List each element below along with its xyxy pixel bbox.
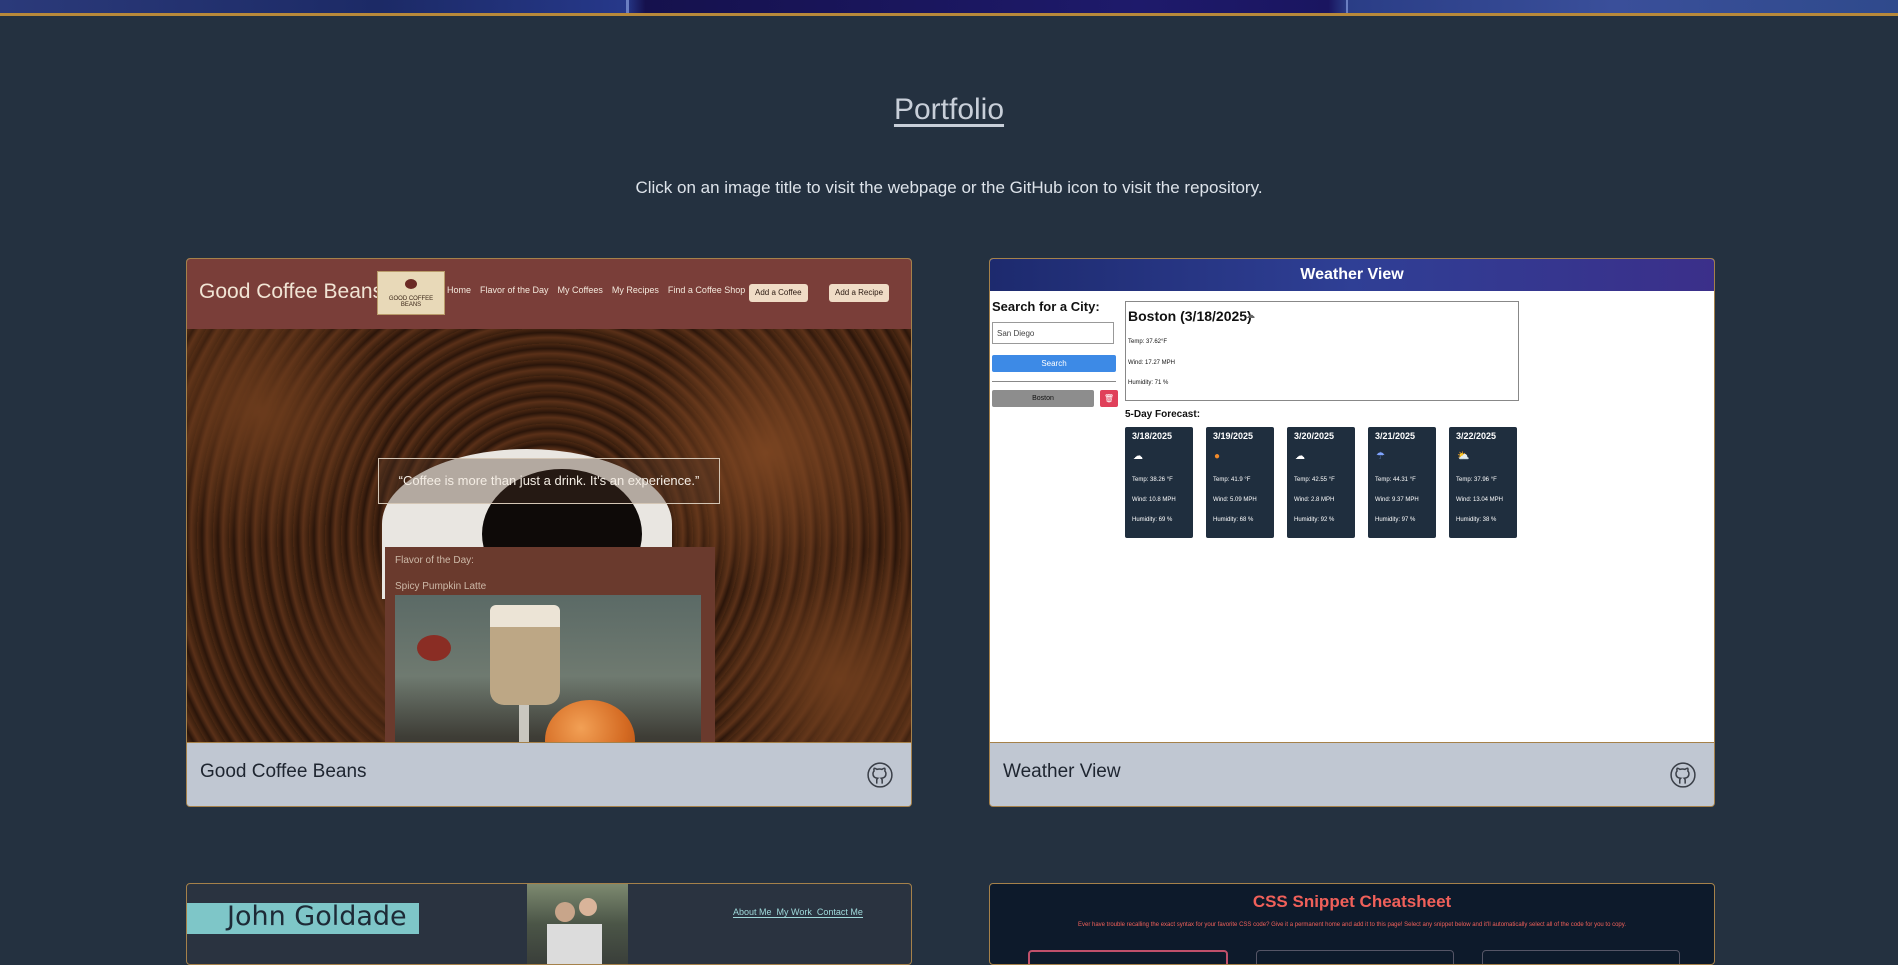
coffee-beans-background: “Coffee is more than just a drink. It's …: [187, 329, 911, 742]
portfolio-name: John Goldade: [227, 901, 407, 932]
forecast-date: 3/21/2025: [1375, 431, 1416, 441]
cheatsheet-heading: CSS Snippet Cheatsheet: [1252, 892, 1452, 911]
screenshot-button: Add a Coffee: [749, 284, 808, 302]
nav-link: Find a Coffee Shop: [667, 285, 746, 295]
forecast-label: 5-Day Forecast:: [1125, 409, 1201, 420]
nav-link: My Work: [776, 907, 812, 917]
forecast-day: 3/20/2025 ☁ Temp: 42.55 °F Wind: 2.8 MPH…: [1287, 427, 1355, 538]
forecast-temp: Temp: 44.31 °F: [1375, 477, 1416, 483]
portfolio-nav: About Me My Work Contact Me: [733, 907, 863, 918]
current-wind: Wind: 17.27 MPH: [1128, 360, 1176, 366]
screenshot-nav-links: Home Flavor of the Day My Coffees My Recipe…: [447, 285, 754, 295]
project-screenshot: Weather View Search for a City: San Dieg…: [990, 259, 1714, 742]
history-button: Boston: [992, 390, 1094, 407]
page-subtitle: Click on an image title to visit the web…: [635, 178, 1263, 197]
card-footer: Good Coffee Beans: [187, 742, 911, 806]
search-button: Search: [992, 355, 1116, 372]
forecast-day: 3/21/2025 ☂ Temp: 44.31 °F Wind: 9.37 MP…: [1368, 427, 1436, 538]
forecast-date: 3/19/2025: [1213, 431, 1254, 441]
forecast-day: 3/22/2025 ⛅ Temp: 37.96 °F Wind: 13.04 M…: [1449, 427, 1517, 538]
screenshot-quote: “Coffee is more than just a drink. It's …: [378, 458, 720, 504]
forecast-humidity: Humidity: 97 %: [1375, 517, 1416, 523]
project-card-weather: Weather View Search for a City: San Dieg…: [989, 258, 1715, 807]
forecast-date: 3/22/2025: [1456, 431, 1497, 441]
forecast-humidity: Humidity: 92 %: [1294, 517, 1335, 523]
forecast-humidity: Humidity: 38 %: [1456, 517, 1497, 523]
forecast-humidity: Humidity: 68 %: [1213, 517, 1254, 523]
profile-photo: [527, 884, 628, 964]
nav-link: Contact Me: [816, 907, 863, 917]
project-title-link[interactable]: Good Coffee Beans: [200, 761, 367, 783]
search-label: Search for a City:: [992, 299, 1100, 314]
weather-header: Weather View: [990, 259, 1714, 291]
forecast-temp: Temp: 41.9 °F: [1213, 477, 1251, 483]
github-icon[interactable]: [867, 762, 893, 788]
nav-link: About Me: [733, 907, 772, 917]
flavor-of-day-panel: Flavor of the Day: Spicy Pumpkin Latte: [385, 547, 715, 742]
forecast-date: 3/20/2025: [1294, 431, 1335, 441]
nav-link: My Coffees: [557, 285, 603, 295]
forecast-humidity: Humidity: 69 %: [1132, 517, 1173, 523]
forecast-wind: Wind: 2.8 MPH: [1294, 497, 1335, 503]
nav-link: My Recipes: [611, 285, 659, 295]
snippet-box: [1028, 950, 1228, 964]
current-weather-panel: Boston (3/18/2025) ☁ Temp: 37.62°F Wind:…: [1125, 301, 1519, 401]
screenshot-navbar: Good Coffee Beans GOOD COFFEE BEANS Home…: [187, 259, 911, 329]
partly-cloudy-icon: ⛅: [1457, 451, 1470, 462]
forecast-date: 3/18/2025: [1132, 431, 1173, 441]
screenshot-brand: Good Coffee Beans: [199, 280, 384, 303]
current-city: Boston (3/18/2025): [1128, 308, 1252, 324]
cheatsheet-description: Ever have trouble recalling the exact sy…: [1077, 922, 1626, 928]
current-temp: Temp: 37.62°F: [1128, 339, 1168, 345]
latte-photo: [395, 595, 701, 742]
forecast-temp: Temp: 42.55 °F: [1294, 477, 1335, 483]
trash-icon: 🗑: [1100, 390, 1118, 407]
forecast-day: 3/19/2025 ● Temp: 41.9 °F Wind: 5.09 MPH…: [1206, 427, 1274, 538]
page-title: Portfolio: [893, 93, 1005, 126]
forecast-temp: Temp: 37.96 °F: [1456, 477, 1497, 483]
forecast-temp: Temp: 38.26 °F: [1132, 477, 1173, 483]
header-banner-image: [0, 0, 1898, 16]
snippet-box: [1256, 950, 1454, 964]
project-screenshot: Good Coffee Beans GOOD COFFEE BEANS Home…: [187, 259, 911, 742]
nav-link: Flavor of the Day: [480, 285, 549, 295]
rain-icon: ☂: [1376, 451, 1385, 462]
forecast-wind: Wind: 10.8 MPH: [1132, 497, 1176, 503]
project-title-link[interactable]: Weather View: [1003, 761, 1121, 783]
nav-link: Home: [447, 285, 472, 295]
divider: [992, 381, 1116, 382]
project-card-coffee: Good Coffee Beans GOOD COFFEE BEANS Home…: [186, 258, 912, 807]
cloud-icon: ☁: [1246, 310, 1255, 320]
current-humidity: Humidity: 71 %: [1128, 380, 1169, 386]
cloud-icon: ☁: [1133, 451, 1143, 462]
sun-icon: ●: [1214, 451, 1221, 462]
logo-text: GOOD COFFEE BEANS: [388, 296, 434, 308]
card-footer: Weather View: [990, 742, 1714, 806]
snippet-box: [1482, 950, 1680, 964]
forecast-wind: Wind: 9.37 MPH: [1375, 497, 1419, 503]
github-icon[interactable]: [1670, 762, 1696, 788]
flavor-name: Spicy Pumpkin Latte: [395, 581, 487, 592]
forecast-wind: Wind: 13.04 MPH: [1456, 497, 1504, 503]
cloud-icon: ☁: [1295, 451, 1305, 462]
search-input: San Diego: [992, 322, 1114, 344]
coffee-logo: GOOD COFFEE BEANS: [377, 271, 445, 315]
screenshot-button: Add a Recipe: [829, 284, 890, 302]
forecast-wind: Wind: 5.09 MPH: [1213, 497, 1257, 503]
forecast-day: 3/18/2025 ☁ Temp: 38.26 °F Wind: 10.8 MP…: [1125, 427, 1193, 538]
flavor-label: Flavor of the Day:: [395, 555, 474, 566]
